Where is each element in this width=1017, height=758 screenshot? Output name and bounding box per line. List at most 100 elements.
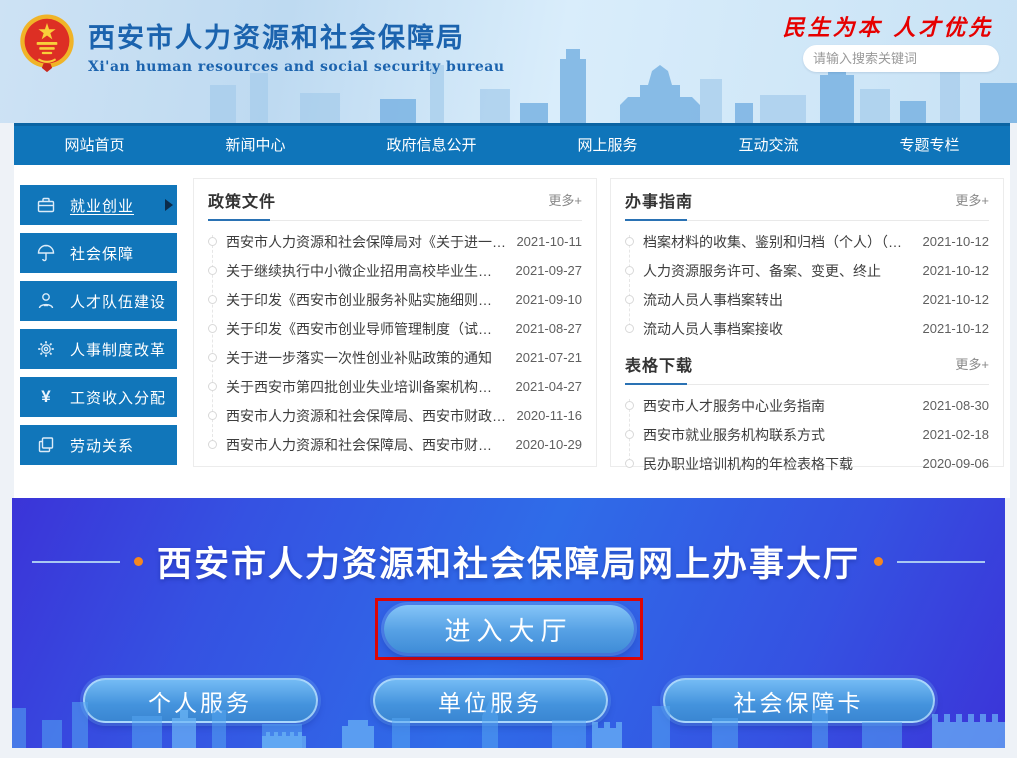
nav-item-news[interactable]: 新闻中心 <box>207 134 303 155</box>
list-item-date: 2021-10-12 <box>923 234 990 249</box>
bullet-icon <box>625 459 634 468</box>
forms-list: 西安市人才服务中心业务指南 2021-08-30 西安市就业服务机构联系方式 202… <box>625 385 989 478</box>
list-item-title[interactable]: 人力资源服务许可、备案、变更、终止 <box>643 261 913 281</box>
bullet-icon <box>625 237 634 246</box>
policy-list: 西安市人力资源和社会保障局对《关于进一步落实一次... 2021-10-11 关于… <box>208 221 582 459</box>
nav-item-gov-info[interactable]: 政府信息公开 <box>368 134 494 155</box>
sidebar-item-talent-team[interactable]: 人才队伍建设 <box>20 281 177 321</box>
list-item-title[interactable]: 西安市就业服务机构联系方式 <box>643 425 913 445</box>
list-item[interactable]: 西安市人力资源和社会保障局、西安市财政局关于进一... 2020-10-29 <box>208 430 582 459</box>
list-item[interactable]: 流动人员人事档案转出 2021-10-12 <box>625 285 989 314</box>
list-item-title[interactable]: 档案材料的收集、鉴别和归档（个人）（人才中心） <box>643 232 913 252</box>
guide-list: 档案材料的收集、鉴别和归档（个人）（人才中心） 2021-10-12 人力资源服务… <box>625 221 989 343</box>
more-link[interactable]: 更多+ <box>548 190 582 209</box>
nav-item-interaction[interactable]: 互动交流 <box>720 134 816 155</box>
site-subtitle: Xi'an human resources and social securit… <box>88 59 505 75</box>
bullet-icon <box>208 382 217 391</box>
banner-skyline-illustration <box>12 690 1005 748</box>
page: 西安市人力资源和社会保障局 Xi'an human resources and … <box>0 0 1017 758</box>
list-item-title[interactable]: 关于西安市第四批创业失业培训备案机构的公告 <box>226 377 506 397</box>
nav-item-special[interactable]: 专题专栏 <box>881 134 977 155</box>
list-item[interactable]: 关于继续执行中小微企业招用高校毕业生一次性就业补... 2021-09-27 <box>208 256 582 285</box>
sidebar-item-label: 社会保障 <box>70 243 134 264</box>
category-sidebar: 就业创业 社会保障 人才队伍建设 人事制度改革 ¥ 工资收入分配 <box>20 185 177 473</box>
list-item[interactable]: 西安市就业服务机构联系方式 2021-02-18 <box>625 420 989 449</box>
list-item-title[interactable]: 关于进一步落实一次性创业补贴政策的通知 <box>226 348 506 368</box>
enter-hall-button[interactable]: 进入大厅 <box>384 605 634 653</box>
site-header: 西安市人力资源和社会保障局 Xi'an human resources and … <box>0 0 1017 123</box>
search-box[interactable] <box>803 45 999 72</box>
bullet-icon <box>208 440 217 449</box>
banner-title: 西安市人力资源和社会保障局网上办事大厅 <box>157 536 860 587</box>
search-input[interactable] <box>813 51 989 66</box>
list-item[interactable]: 档案材料的收集、鉴别和归档（个人）（人才中心） 2021-10-12 <box>625 227 989 256</box>
list-item-date: 2020-11-16 <box>516 408 582 423</box>
list-item-date: 2021-04-27 <box>516 379 583 394</box>
bullet-icon <box>208 295 217 304</box>
more-link[interactable]: 更多+ <box>955 190 989 209</box>
policy-documents-panel: 政策文件 更多+ 西安市人力资源和社会保障局对《关于进一步落实一次... 2021… <box>193 178 597 467</box>
list-item-title[interactable]: 西安市人才服务中心业务指南 <box>643 396 913 416</box>
list-item[interactable]: 人力资源服务许可、备案、变更、终止2021-10-12 <box>625 256 989 285</box>
bullet-icon <box>208 266 217 275</box>
list-item-date: 2020-10-29 <box>516 437 583 452</box>
list-item-date: 2021-10-12 <box>923 292 990 307</box>
sidebar-item-label: 人事制度改革 <box>70 339 166 360</box>
bullet-icon <box>208 324 217 333</box>
list-item-date: 2021-10-11 <box>516 234 582 249</box>
list-item[interactable]: 关于印发《西安市创业导师管理制度（试行）》的通知2021-08-27 <box>208 314 582 343</box>
list-item-title[interactable]: 西安市人力资源和社会保障局、西安市财政局关于落实... <box>226 406 506 426</box>
list-item[interactable]: 流动人员人事档案接收 2021-10-12 <box>625 314 989 343</box>
list-item-date: 2021-02-18 <box>923 427 990 442</box>
site-title: 西安市人力资源和社会保障局 <box>88 16 505 55</box>
more-link[interactable]: 更多+ <box>955 354 989 373</box>
bullet-icon <box>625 266 634 275</box>
sidebar-item-employment[interactable]: 就业创业 <box>20 185 177 225</box>
bullet-icon <box>208 411 217 420</box>
sidebar-item-label: 劳动关系 <box>70 435 134 456</box>
list-item-date: 2021-08-30 <box>923 398 990 413</box>
list-item[interactable]: 西安市人才服务中心业务指南 2021-08-30 <box>625 391 989 420</box>
sidebar-item-wage-income[interactable]: ¥ 工资收入分配 <box>20 377 177 417</box>
section-title: 政策文件 <box>208 188 276 212</box>
list-item-date: 2021-09-27 <box>516 263 583 278</box>
list-item-date: 2021-09-10 <box>516 292 583 307</box>
slogan-calligraphy: 民生为本 人才优先 <box>773 10 1003 42</box>
sidebar-item-social-security[interactable]: 社会保障 <box>20 233 177 273</box>
sidebar-item-personnel-reform[interactable]: 人事制度改革 <box>20 329 177 369</box>
list-item-title[interactable]: 民办职业培训机构的年检表格下载 <box>643 454 913 474</box>
list-item-title[interactable]: 关于印发《西安市创业服务补贴实施细则》的通知 <box>226 290 506 310</box>
gear-icon <box>36 339 56 359</box>
list-item[interactable]: 西安市人力资源和社会保障局、西安市财政局关于落实... 2020-11-16 <box>208 401 582 430</box>
sidebar-item-label: 工资收入分配 <box>70 387 166 408</box>
list-item-date: 2020-09-06 <box>923 456 990 471</box>
list-item[interactable]: 关于进一步落实一次性创业补贴政策的通知2021-07-21 <box>208 343 582 372</box>
annotation-highlight-box: 进入大厅 <box>375 598 643 660</box>
list-item-title[interactable]: 流动人员人事档案接收 <box>643 319 913 339</box>
bullet-icon <box>208 237 217 246</box>
person-icon <box>36 291 56 311</box>
list-item-title[interactable]: 关于印发《西安市创业导师管理制度（试行）》的通知 <box>226 319 506 339</box>
banner-title-row: 西安市人力资源和社会保障局网上办事大厅 <box>12 536 1005 587</box>
list-item-title[interactable]: 西安市人力资源和社会保障局对《关于进一步落实一次... <box>226 232 506 252</box>
china-national-emblem-icon <box>16 8 78 76</box>
briefcase-icon <box>36 195 56 215</box>
pages-icon <box>36 435 56 455</box>
list-item-title[interactable]: 流动人员人事档案转出 <box>643 290 913 310</box>
list-item[interactable]: 关于西安市第四批创业失业培训备案机构的公告 2021-04-27 <box>208 372 582 401</box>
bullet-icon <box>625 324 634 333</box>
list-item[interactable]: 西安市人力资源和社会保障局对《关于进一步落实一次... 2021-10-11 <box>208 227 582 256</box>
umbrella-icon <box>36 243 56 263</box>
nav-item-home[interactable]: 网站首页 <box>46 134 142 155</box>
site-brand: 西安市人力资源和社会保障局 Xi'an human resources and … <box>88 16 505 75</box>
list-item-title[interactable]: 关于继续执行中小微企业招用高校毕业生一次性就业补... <box>226 261 506 281</box>
deco-dot-left <box>134 557 143 566</box>
nav-item-online-service[interactable]: 网上服务 <box>559 134 655 155</box>
list-item-title[interactable]: 西安市人力资源和社会保障局、西安市财政局关于进一... <box>226 435 506 455</box>
list-item-date: 2021-10-12 <box>923 321 990 336</box>
main-nav: 网站首页 新闻中心 政府信息公开 网上服务 互动交流 专题专栏 <box>14 123 1010 165</box>
bullet-icon <box>208 353 217 362</box>
sidebar-item-labor-relations[interactable]: 劳动关系 <box>20 425 177 465</box>
list-item[interactable]: 民办职业培训机构的年检表格下载 2020-09-06 <box>625 449 989 478</box>
list-item[interactable]: 关于印发《西安市创业服务补贴实施细则》的通知 2021-09-10 <box>208 285 582 314</box>
